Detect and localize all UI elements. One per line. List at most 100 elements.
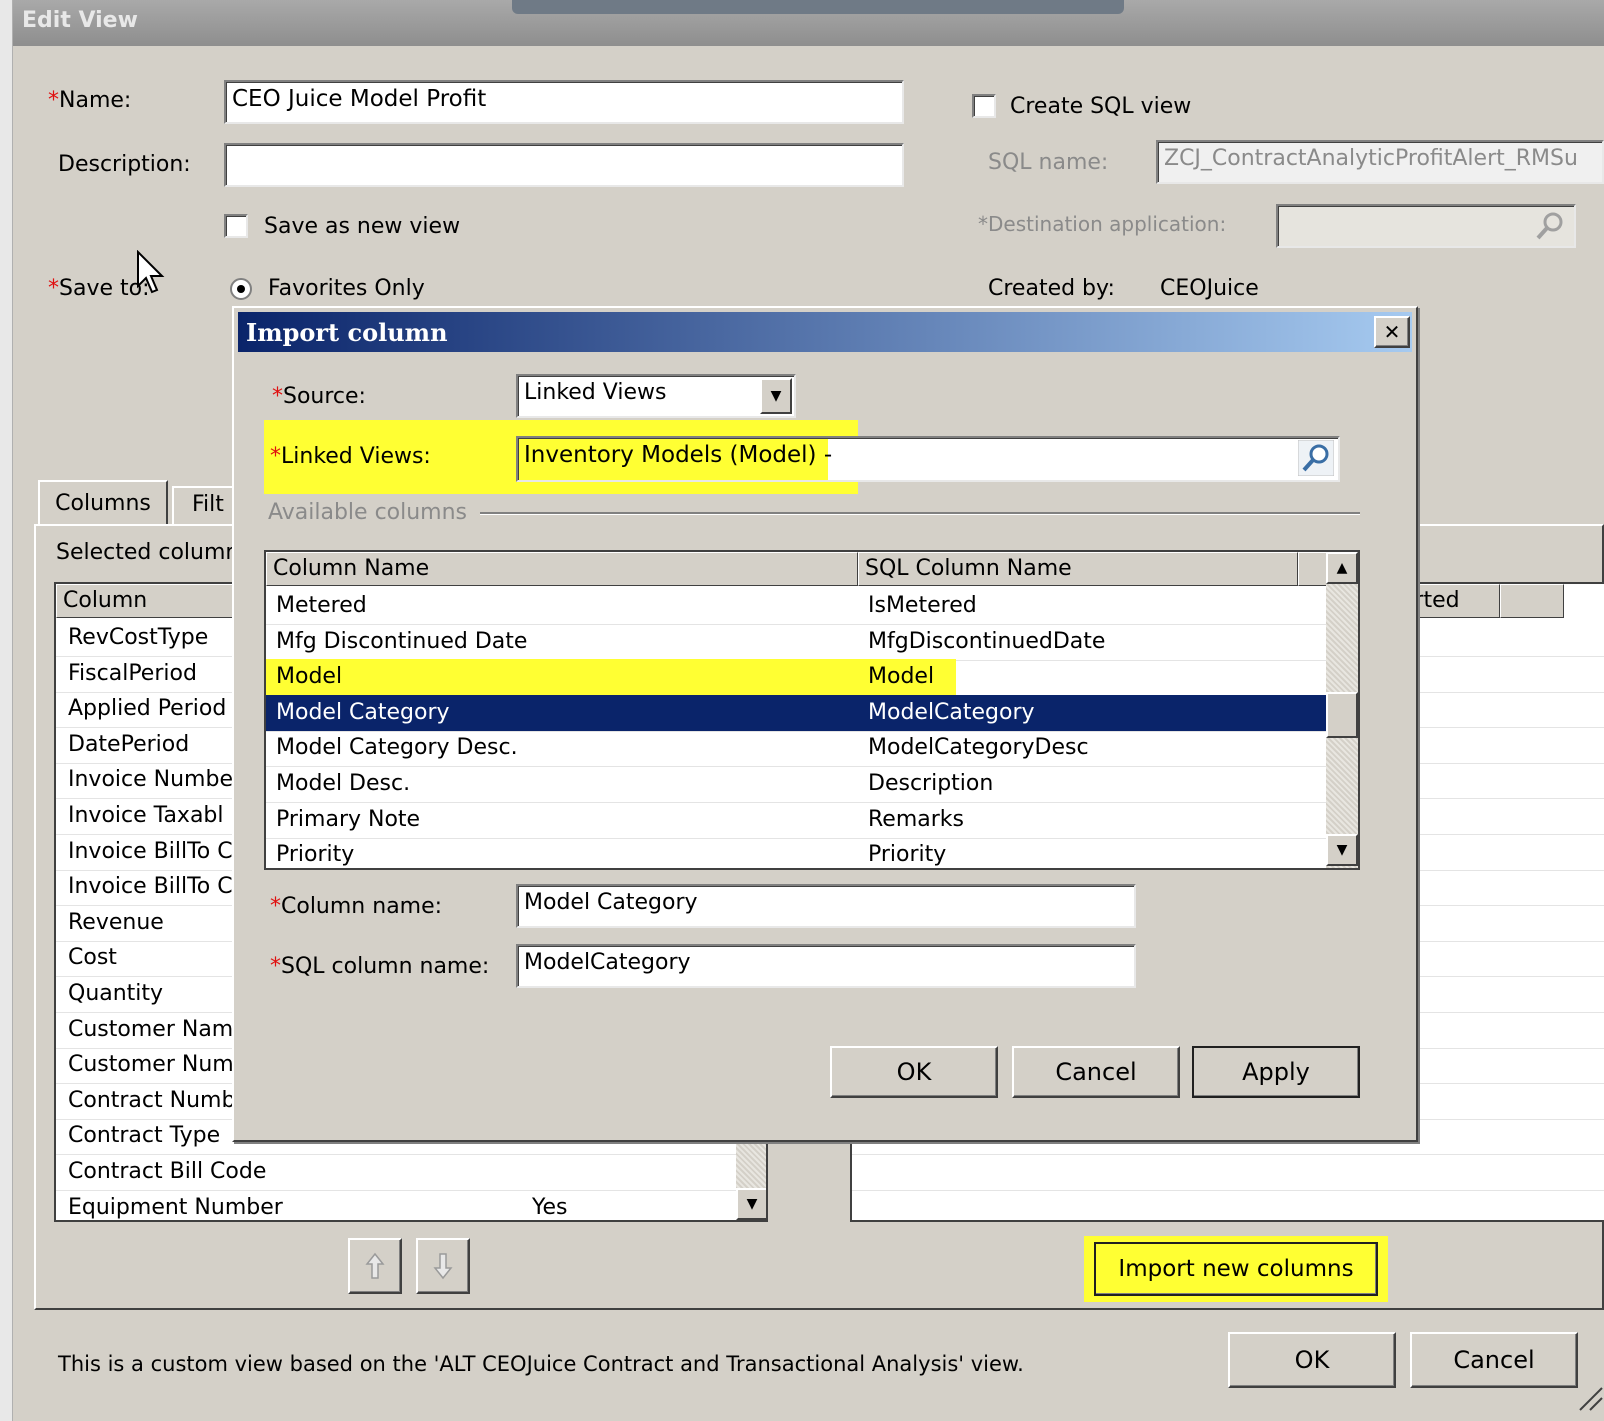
- column-cell: Customer Nam: [68, 1016, 234, 1042]
- linked-views-input[interactable]: Inventory Models (Model) -: [516, 436, 1340, 482]
- selected-columns-label: Selected column: [56, 540, 240, 565]
- save-as-new-checkbox[interactable]: [224, 214, 248, 238]
- column-cell: Invoice BillTo C: [68, 874, 233, 900]
- linked-views-search-icon[interactable]: [1298, 440, 1334, 476]
- list-item[interactable]: Metered IsMetered: [266, 588, 1326, 625]
- created-by-value: CEOJuice: [1160, 276, 1259, 301]
- header-spacer: [1298, 552, 1328, 586]
- chevron-up-icon: ▲: [1336, 560, 1348, 576]
- created-by-label: Created by:: [988, 276, 1115, 301]
- save-to-label: *Save to:: [48, 276, 150, 301]
- column-cell: RevCostType: [68, 625, 209, 650]
- source-select[interactable]: Linked Views: [516, 374, 796, 418]
- list-item[interactable]: Priority Priority: [266, 837, 1326, 868]
- column-name-cell: Model Category: [276, 699, 450, 725]
- grid-scroll-down-button[interactable]: ▼: [1326, 834, 1358, 866]
- tab-columns-label: Columns: [55, 490, 151, 516]
- sql-column-name-cell: ModelCategoryDesc: [868, 735, 1089, 761]
- name-input[interactable]: CEO Juice Model Profit: [224, 80, 904, 124]
- dialog-cancel-button[interactable]: Cancel: [1012, 1046, 1180, 1098]
- chevron-down-icon: ▼: [770, 388, 782, 404]
- name-label: *Name:: [48, 88, 132, 113]
- down-arrow-icon: [433, 1253, 453, 1280]
- save-as-new-label: Save as new view: [264, 214, 461, 239]
- column-name-cell: Model Category Desc.: [276, 735, 518, 761]
- sql-column-name-cell: Priority: [868, 842, 947, 868]
- move-down-button[interactable]: [416, 1238, 470, 1294]
- dialog-ok-button[interactable]: OK: [830, 1046, 998, 1098]
- list-item[interactable]: Model Desc. Description: [266, 766, 1326, 803]
- value-cell: Yes: [532, 1194, 568, 1220]
- close-icon: ✕: [1383, 320, 1401, 344]
- source-label: *Source:: [272, 384, 366, 409]
- column-cell: Invoice Numbe: [68, 767, 233, 793]
- main-cancel-button[interactable]: Cancel: [1410, 1332, 1578, 1388]
- window-title: Edit View: [22, 8, 138, 33]
- column-cell: Revenue: [68, 909, 164, 935]
- sql-column-name-input[interactable]: ModelCategory: [516, 944, 1136, 988]
- sql-column-name-cell: IsMetered: [868, 593, 977, 618]
- column-name-cell: Primary Note: [276, 806, 421, 832]
- dialog-apply-button[interactable]: Apply: [1192, 1046, 1360, 1098]
- create-sql-view-checkbox[interactable]: [972, 94, 996, 118]
- import-new-columns-button[interactable]: Import new columns: [1094, 1242, 1378, 1296]
- list-item[interactable]: Primary Note Remarks: [266, 802, 1326, 839]
- sql-column-name-cell: Model: [868, 664, 935, 690]
- column-cell: Invoice BillTo C: [68, 838, 233, 864]
- column-name-label: *Column name:: [270, 894, 443, 919]
- table-row[interactable]: Equipment Number Yes: [56, 1190, 736, 1220]
- footer-description: This is a custom view based on the 'ALT …: [58, 1352, 1024, 1376]
- title-bar-drag-handle[interactable]: [512, 0, 1124, 14]
- column-cell: Cost: [68, 945, 117, 971]
- column-name-input[interactable]: Model Category: [516, 884, 1136, 928]
- favorites-only-label: Favorites Only: [268, 276, 425, 301]
- list-item[interactable]: Model Category ModelCategory: [266, 694, 1326, 732]
- sql-column-name-cell: Remarks: [868, 806, 964, 832]
- main-ok-button[interactable]: OK: [1228, 1332, 1396, 1388]
- up-arrow-icon: [365, 1252, 385, 1279]
- favorites-only-radio[interactable]: [230, 278, 252, 300]
- column-cell: Contract Type: [68, 1123, 221, 1149]
- window-left-edge: [0, 0, 13, 1421]
- grid-scroll-up-button[interactable]: ▲: [1326, 552, 1358, 584]
- import-column-dialog: Import column ✕ *Source: Linked Views ▼ …: [232, 306, 1418, 1142]
- column-cell: Invoice Taxabl: [68, 803, 224, 828]
- window-title-bar: Edit View: [12, 0, 1604, 46]
- list-item[interactable]: Model Model: [266, 659, 1326, 697]
- tab-columns[interactable]: Columns: [38, 480, 168, 526]
- column-name-cell: Model Desc.: [276, 771, 411, 796]
- table-row[interactable]: Contract Bill Code: [56, 1154, 736, 1191]
- sql-column-name-header[interactable]: SQL Column Name: [858, 552, 1298, 586]
- destination-application-input[interactable]: [1276, 204, 1576, 248]
- chevron-down-icon: ▼: [1336, 842, 1348, 858]
- table-row[interactable]: [852, 1190, 1604, 1220]
- tab-filters-label: Filt: [192, 492, 224, 517]
- scroll-down-button[interactable]: ▼: [736, 1188, 766, 1220]
- sql-name-input[interactable]: ZCJ_ContractAnalyticProfitAlert_RMSu: [1156, 140, 1604, 184]
- sql-column-name-cell: ModelCategory: [868, 699, 1035, 725]
- move-up-button[interactable]: [348, 1238, 402, 1294]
- sql-column-name-cell: Description: [868, 771, 994, 796]
- sql-column-name-cell: MfgDiscontinuedDate: [868, 628, 1106, 654]
- dialog-close-button[interactable]: ✕: [1374, 316, 1410, 348]
- search-icon[interactable]: [1532, 208, 1568, 244]
- available-columns-label: Available columns: [268, 500, 468, 525]
- source-dropdown-button[interactable]: ▼: [760, 378, 792, 414]
- column-cell: Quantity: [68, 981, 164, 1006]
- list-item[interactable]: Mfg Discontinued Date MfgDiscontinuedDate: [266, 624, 1326, 661]
- resize-grip-icon[interactable]: [1572, 1380, 1604, 1412]
- description-input[interactable]: [224, 143, 904, 187]
- list-item[interactable]: Model Category Desc. ModelCategoryDesc: [266, 730, 1326, 768]
- dialog-title-bar[interactable]: Import column: [238, 312, 1412, 352]
- description-label: Description:: [58, 152, 191, 177]
- table-row[interactable]: [852, 1154, 1604, 1191]
- sql-column-name-label: *SQL column name:: [270, 954, 490, 979]
- grid-scroll-thumb[interactable]: [1326, 692, 1358, 738]
- available-columns-divider: [480, 512, 1360, 515]
- available-columns-grid[interactable]: Column Name SQL Column Name Metered IsMet…: [264, 550, 1360, 870]
- column-cell: DatePeriod: [68, 731, 190, 757]
- column-name-header[interactable]: Column Name: [266, 552, 858, 586]
- imported-header-extra[interactable]: [1500, 584, 1564, 618]
- mouse-cursor-icon: [137, 250, 165, 294]
- dialog-title: Import column: [246, 318, 448, 347]
